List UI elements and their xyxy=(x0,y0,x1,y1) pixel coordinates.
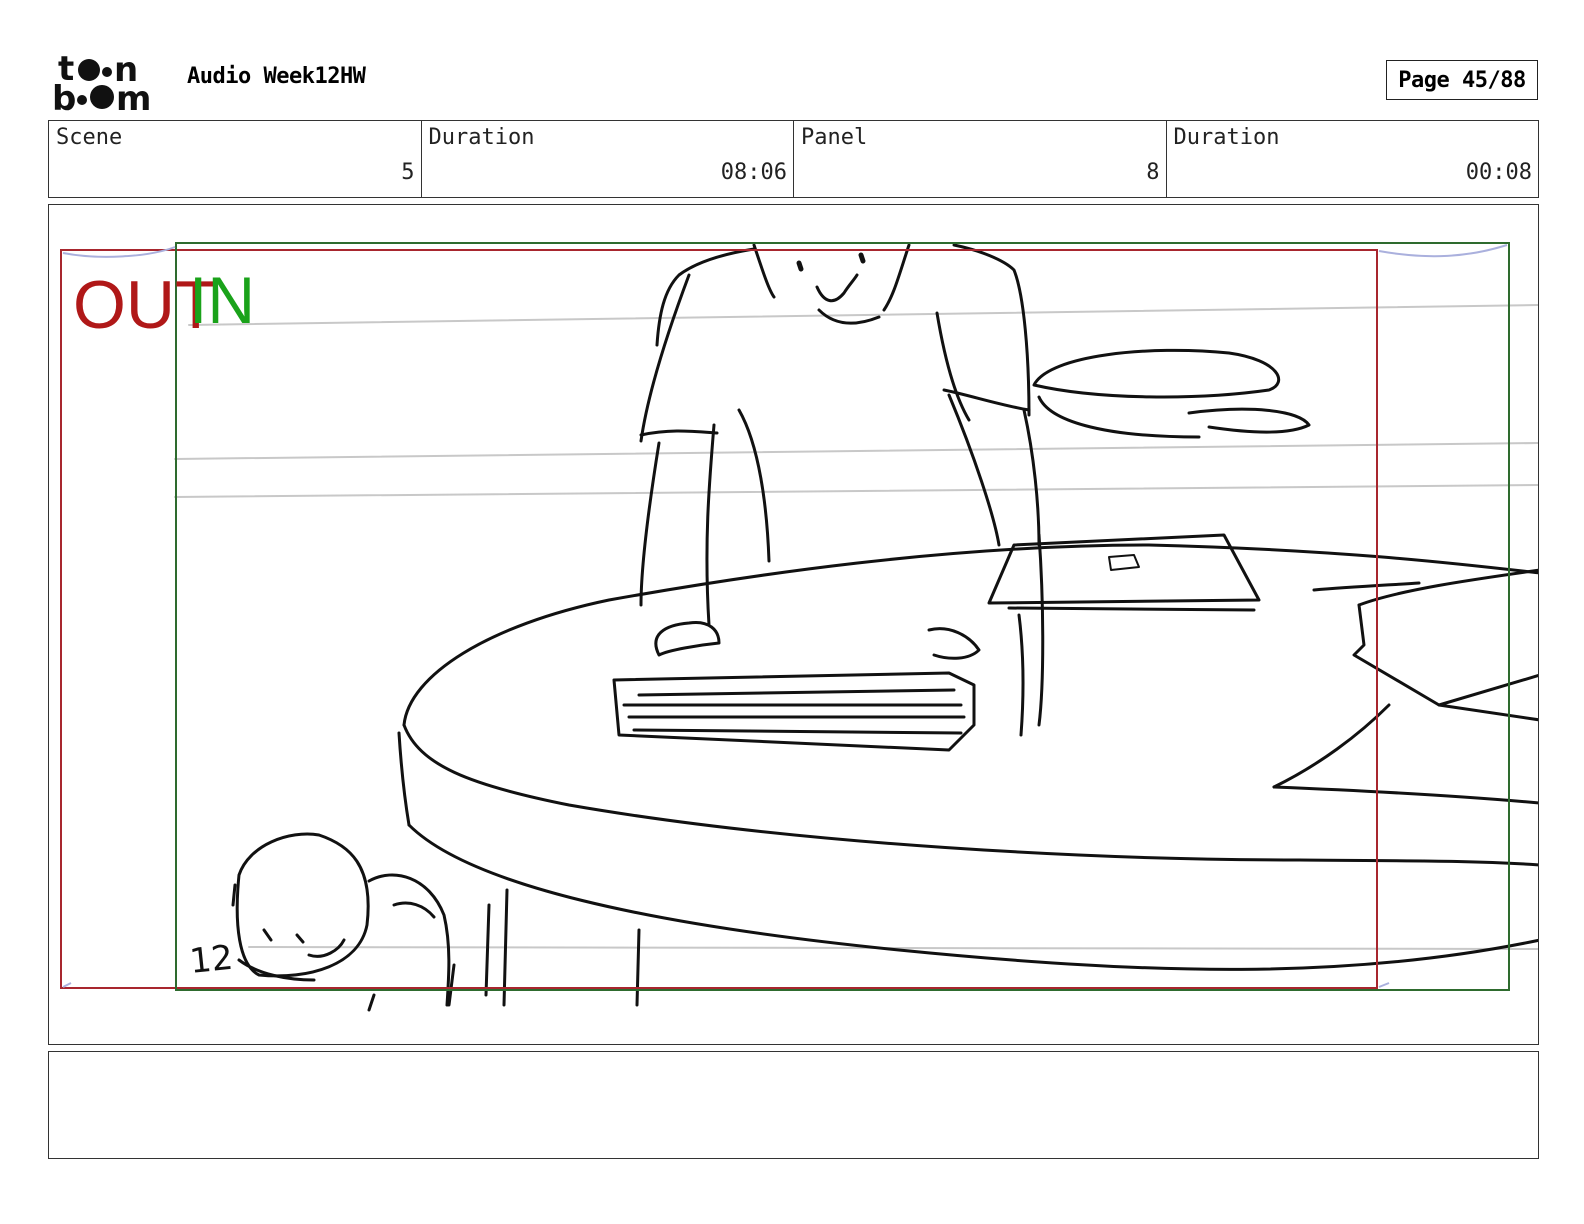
scene-label: Scene xyxy=(56,125,123,150)
out-frame xyxy=(60,249,1378,989)
scene-value: 5 xyxy=(401,160,415,185)
storyboard-sketch: 12 xyxy=(60,242,1538,1012)
page-indicator: Page 45/88 xyxy=(1386,60,1538,100)
panel-duration-label: Duration xyxy=(1173,125,1280,150)
scene-duration-value: 08:06 xyxy=(720,160,787,185)
panel-info-row: Scene 5 Duration 08:06 Panel 8 Duration … xyxy=(48,120,1539,198)
panel-value: 8 xyxy=(1146,160,1160,185)
scene-duration-cell: Duration 08:06 xyxy=(422,121,794,197)
panel-duration-value: 00:08 xyxy=(1465,160,1532,185)
storyboard-panel: 12 OUT IN xyxy=(48,204,1539,1045)
panel-label: Panel xyxy=(801,125,868,150)
scene-cell: Scene 5 xyxy=(49,121,422,197)
toon-boom-logo: t n b m xyxy=(52,49,164,119)
scene-duration-label: Duration xyxy=(428,125,535,150)
document-title: Audio Week12HW xyxy=(187,64,366,89)
sketch-number: 12 xyxy=(188,938,235,982)
panel-cell: Panel 8 xyxy=(794,121,1167,197)
in-label: IN xyxy=(189,263,255,337)
panel-notes-box[interactable] xyxy=(48,1051,1539,1159)
svg-text:b: b xyxy=(52,79,76,112)
svg-text:m: m xyxy=(116,79,151,112)
panel-duration-cell: Duration 00:08 xyxy=(1167,121,1539,197)
